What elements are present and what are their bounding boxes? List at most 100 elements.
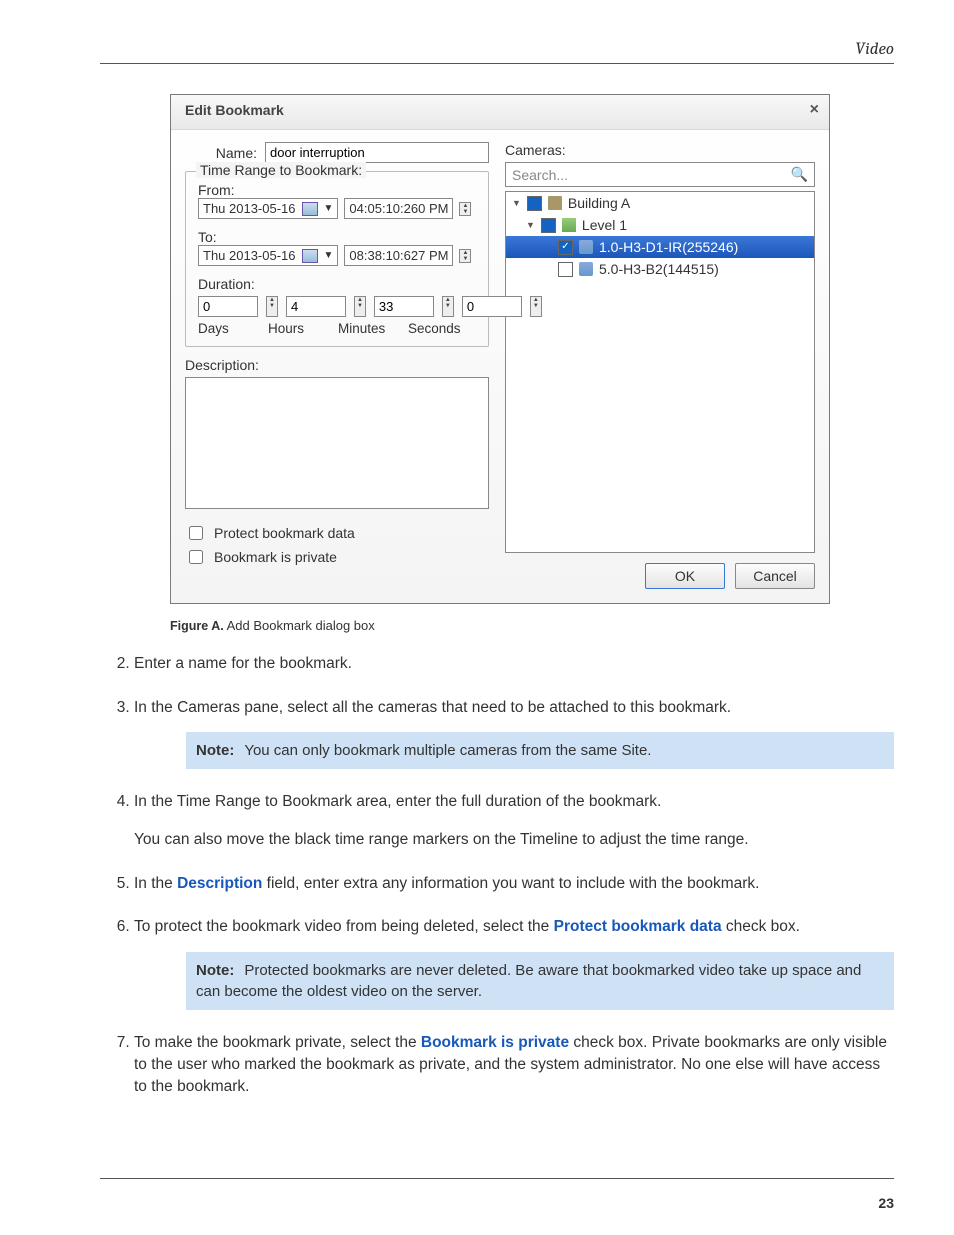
camera-checkbox[interactable]	[558, 240, 573, 255]
camera-icon	[579, 262, 593, 276]
step-3-text: In the Cameras pane, select all the came…	[134, 699, 731, 716]
server-checkbox[interactable]	[541, 218, 556, 233]
left-pane: Name: Time Range to Bookmark: From: Thu …	[185, 142, 489, 589]
expand-icon[interactable]: ▼	[526, 220, 535, 230]
figure-text: Add Bookmark dialog box	[224, 618, 375, 633]
camera-checkbox[interactable]	[558, 262, 573, 277]
ok-button[interactable]: OK	[645, 563, 725, 589]
expand-icon[interactable]: ▼	[512, 198, 521, 208]
calendar-icon	[302, 249, 318, 263]
to-time-spinner[interactable]: ▲▼	[459, 249, 471, 263]
from-time-input[interactable]: 04:05:10:260 PM	[344, 198, 453, 219]
search-icon: 🔍	[791, 166, 808, 183]
step-7a: To make the bookmark private, select the	[134, 1034, 421, 1051]
minutes-spinner[interactable]: ▲▼	[442, 296, 454, 317]
protect-checkbox-box[interactable]	[189, 526, 203, 540]
tree-camera-row[interactable]: 5.0-H3-B2(144515)	[506, 258, 814, 280]
note-box: Note: You can only bookmark multiple came…	[186, 732, 894, 769]
step-6: To protect the bookmark video from being…	[134, 916, 894, 1010]
step-4a: In the Time Range to Bookmark area, ente…	[134, 791, 894, 813]
edit-bookmark-dialog: Edit Bookmark × Name: Time Range to Book…	[170, 94, 830, 604]
search-placeholder: Search...	[512, 167, 791, 183]
step-4b: You can also move the black time range m…	[134, 829, 894, 851]
timerange-fieldset: Time Range to Bookmark: From: Thu 2013-0…	[185, 171, 489, 347]
cameras-label: Cameras:	[505, 142, 815, 158]
seconds-spinner[interactable]: ▲▼	[530, 296, 542, 317]
site-icon	[548, 196, 562, 210]
calendar-icon	[302, 202, 318, 216]
hours-spinner[interactable]: ▲▼	[354, 296, 366, 317]
camera-icon	[579, 240, 593, 254]
hours-input[interactable]	[286, 296, 346, 317]
step-5b: field, enter extra any information you w…	[262, 875, 759, 892]
figure-label: Figure A.	[170, 619, 224, 633]
chevron-down-icon: ▼	[324, 203, 334, 214]
description-input[interactable]	[185, 377, 489, 509]
camera-search-input[interactable]: Search... 🔍	[505, 162, 815, 187]
minutes-input[interactable]	[374, 296, 434, 317]
server-label: Level 1	[582, 217, 627, 233]
tree-camera-row[interactable]: 1.0-H3-D1-IR(255246)	[506, 236, 814, 258]
close-icon[interactable]: ×	[810, 101, 819, 119]
note-text: Protected bookmarks are never deleted. B…	[196, 962, 861, 1000]
seconds-unit: Seconds	[408, 321, 470, 336]
minutes-unit: Minutes	[338, 321, 400, 336]
server-icon	[562, 218, 576, 232]
name-input[interactable]	[265, 142, 489, 163]
from-date-text: Thu 2013-05-16	[203, 201, 296, 216]
step-5: In the Description field, enter extra an…	[134, 873, 894, 895]
description-link: Description	[177, 875, 262, 892]
step-3: In the Cameras pane, select all the came…	[134, 697, 894, 770]
note-label: Note:	[196, 742, 234, 759]
days-input[interactable]	[198, 296, 258, 317]
page-number: 23	[878, 1195, 894, 1211]
hours-unit: Hours	[268, 321, 330, 336]
footer-rule	[100, 1178, 894, 1179]
cancel-button[interactable]: Cancel	[735, 563, 815, 589]
protect-link: Protect bookmark data	[554, 918, 722, 935]
dialog-title-text: Edit Bookmark	[185, 102, 284, 118]
chevron-down-icon: ▼	[324, 250, 334, 261]
protect-checkbox-label: Protect bookmark data	[214, 525, 355, 541]
camera-label: 1.0-H3-D1-IR(255246)	[599, 239, 738, 255]
camera-tree[interactable]: ▼ Building A ▼ Level 1 1.0-H3-	[505, 191, 815, 553]
timerange-legend: Time Range to Bookmark:	[196, 162, 366, 178]
duration-label: Duration:	[198, 276, 476, 292]
tree-server-row[interactable]: ▼ Level 1	[506, 214, 814, 236]
step-6b: check box.	[722, 918, 800, 935]
dialog-titlebar: Edit Bookmark ×	[171, 95, 829, 130]
to-date-picker[interactable]: Thu 2013-05-16 ▼	[198, 245, 338, 266]
step-6a: To protect the bookmark video from being…	[134, 918, 554, 935]
private-checkbox-box[interactable]	[189, 550, 203, 564]
note-label: Note:	[196, 962, 234, 979]
private-checkbox[interactable]: Bookmark is private	[185, 547, 489, 567]
description-label: Description:	[185, 357, 489, 373]
step-2: Enter a name for the bookmark.	[134, 653, 894, 675]
protect-checkbox[interactable]: Protect bookmark data	[185, 523, 489, 543]
days-spinner[interactable]: ▲▼	[266, 296, 278, 317]
note-box: Note:Protected bookmarks are never delet…	[186, 952, 894, 1010]
right-pane: Cameras: Search... 🔍 ▼ Building A ▼	[505, 142, 815, 589]
note-text: You can only bookmark multiple cameras f…	[244, 742, 651, 759]
from-date-picker[interactable]: Thu 2013-05-16 ▼	[198, 198, 338, 219]
to-label: To:	[198, 229, 476, 245]
from-time-spinner[interactable]: ▲▼	[459, 202, 471, 216]
to-time-input[interactable]: 08:38:10:627 PM	[344, 245, 453, 266]
figure-caption: Figure A. Add Bookmark dialog box	[170, 618, 894, 633]
step-7: To make the bookmark private, select the…	[134, 1032, 894, 1097]
private-checkbox-label: Bookmark is private	[214, 549, 337, 565]
from-label: From:	[198, 182, 476, 198]
tree-site-row[interactable]: ▼ Building A	[506, 192, 814, 214]
site-label: Building A	[568, 195, 630, 211]
seconds-input[interactable]	[462, 296, 522, 317]
site-checkbox[interactable]	[527, 196, 542, 211]
days-unit: Days	[198, 321, 260, 336]
to-date-text: Thu 2013-05-16	[203, 248, 296, 263]
private-link: Bookmark is private	[421, 1034, 569, 1051]
camera-label: 5.0-H3-B2(144515)	[599, 261, 719, 277]
instruction-list: Enter a name for the bookmark. In the Ca…	[134, 653, 894, 1097]
name-label: Name:	[185, 145, 257, 161]
step-4: In the Time Range to Bookmark area, ente…	[134, 791, 894, 850]
page-header: Video	[100, 40, 894, 64]
step-5a: In the	[134, 875, 177, 892]
